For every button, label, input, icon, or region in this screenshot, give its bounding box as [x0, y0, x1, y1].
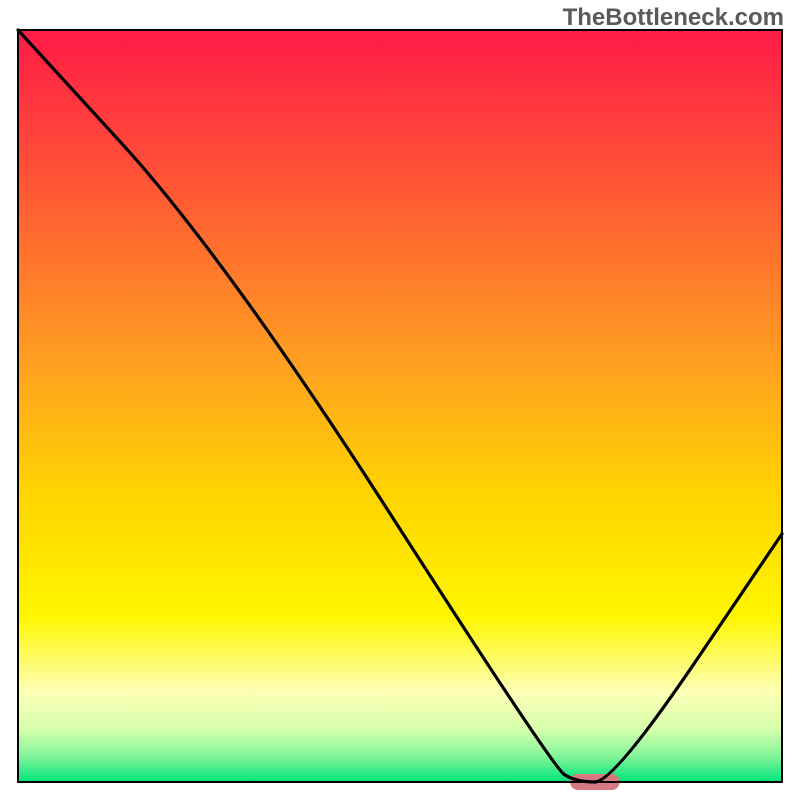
- bottleneck-chart: [0, 0, 800, 800]
- plot-background: [18, 30, 782, 782]
- watermark-text: TheBottleneck.com: [563, 4, 784, 32]
- chart-container: { "watermark": "TheBottleneck.com", "cha…: [0, 0, 800, 800]
